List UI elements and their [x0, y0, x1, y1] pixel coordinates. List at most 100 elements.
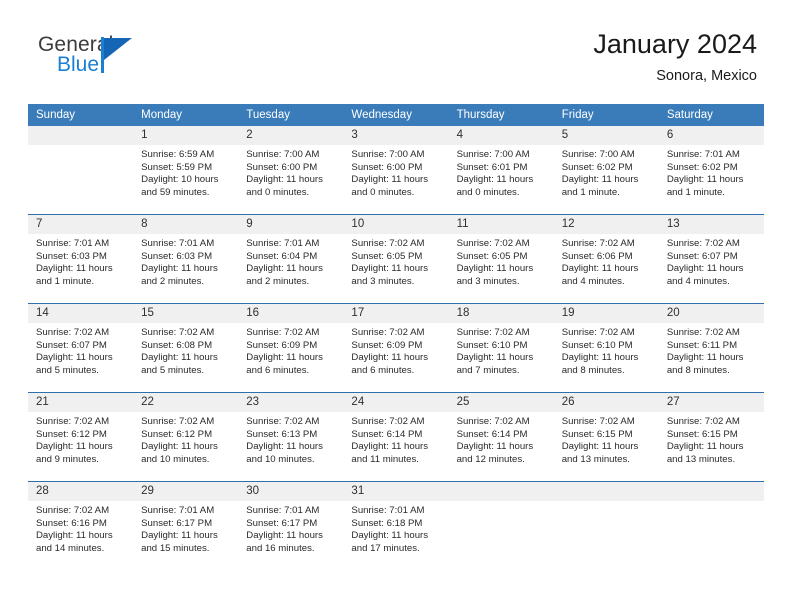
day-detail-line: and 17 minutes.: [351, 542, 420, 554]
calendar-day-cell[interactable]: 26 Sunrise: 7:02 AM Sunset: 6:15 PM Dayligh…: [553, 393, 659, 481]
day-detail-line: Sunset: 6:12 PM: [141, 428, 213, 440]
calendar-day-cell[interactable]: 8 Sunrise: 7:01 AM Sunset: 6:03 PM Daylight…: [133, 215, 239, 303]
day-detail-line: Sunrise: 7:01 AM: [351, 505, 425, 516]
calendar-day-cell[interactable]: 30 Sunrise: 7:01 AM Sunset: 6:17 PM Dayligh…: [238, 482, 344, 570]
day-details: Sunrise: 7:02 AM Sunset: 6:09 PM Daylight:…: [343, 323, 448, 377]
calendar-day-cell[interactable]: 16 Sunrise: 7:02 AM Sunset: 6:09 PM Dayligh…: [238, 304, 344, 392]
weekday-header-sunday: Sunday: [28, 104, 134, 126]
calendar-day-cell[interactable]: 21 Sunrise: 7:02 AM Sunset: 6:12 PM Dayligh…: [28, 393, 134, 481]
calendar-day-cell[interactable]: 5 Sunrise: 7:00 AM Sunset: 6:02 PM Daylight…: [553, 126, 659, 214]
day-detail-line: Sunset: 6:08 PM: [141, 339, 213, 351]
calendar-week-row: 21 Sunrise: 7:02 AM Sunset: 6:12 PM Dayligh…: [28, 392, 764, 482]
day-detail-line: and 10 minutes.: [141, 453, 210, 465]
calendar-day-cell[interactable]: 23 Sunrise: 7:02 AM Sunset: 6:13 PM Dayligh…: [238, 393, 344, 481]
day-number: 8: [133, 215, 239, 234]
calendar-day-cell[interactable]: 10 Sunrise: 7:02 AM Sunset: 6:05 PM Dayligh…: [343, 215, 449, 303]
day-details: Sunrise: 7:02 AM Sunset: 6:10 PM Daylight:…: [449, 323, 554, 377]
day-detail-line: and 0 minutes.: [351, 186, 415, 198]
calendar-day-cell[interactable]: 19 Sunrise: 7:02 AM Sunset: 6:10 PM Dayligh…: [553, 304, 659, 392]
day-detail-line: and 1 minute.: [561, 186, 620, 198]
day-detail-line: and 10 minutes.: [246, 453, 315, 465]
day-detail-line: Sunset: 6:17 PM: [141, 517, 213, 529]
calendar-day-cell[interactable]: 13 Sunrise: 7:02 AM Sunset: 6:07 PM Dayligh…: [658, 215, 764, 303]
day-number: [553, 482, 659, 501]
calendar-day-cell[interactable]: 22 Sunrise: 7:02 AM Sunset: 6:12 PM Dayligh…: [133, 393, 239, 481]
day-detail-line: Sunrise: 7:02 AM: [666, 416, 740, 427]
calendar-day-cell[interactable]: 1 Sunrise: 6:59 AM Sunset: 5:59 PM Daylight…: [133, 126, 239, 214]
day-detail-line: Sunset: 6:07 PM: [666, 250, 738, 262]
day-detail-line: Daylight: 11 hours: [141, 263, 218, 275]
calendar-day-cell[interactable]: 12 Sunrise: 7:02 AM Sunset: 6:06 PM Dayligh…: [553, 215, 659, 303]
day-detail-line: Sunset: 6:03 PM: [36, 250, 107, 262]
calendar-day-cell[interactable]: 2 Sunrise: 7:00 AM Sunset: 6:00 PM Daylight…: [238, 126, 344, 214]
day-detail-line: and 0 minutes.: [246, 186, 310, 198]
calendar-day-cell[interactable]: 28 Sunrise: 7:02 AM Sunset: 6:16 PM Dayligh…: [28, 482, 134, 570]
day-number: 25: [448, 393, 554, 412]
day-detail-line: and 5 minutes.: [36, 364, 99, 376]
day-detail-line: Sunrise: 7:02 AM: [456, 238, 530, 249]
day-detail-line: and 2 minutes.: [246, 275, 310, 287]
day-details: Sunrise: 7:02 AM Sunset: 6:14 PM Daylight:…: [449, 412, 554, 466]
day-detail-line: Sunset: 6:01 PM: [456, 161, 528, 173]
day-details: Sunrise: 7:02 AM Sunset: 6:10 PM Daylight:…: [554, 323, 659, 377]
calendar-day-cell[interactable]: 31 Sunrise: 7:01 AM Sunset: 6:18 PM Dayligh…: [343, 482, 449, 570]
brand-logo[interactable]: General Blue: [38, 33, 168, 85]
day-detail-line: Sunset: 6:00 PM: [351, 161, 423, 173]
day-details: Sunrise: 7:00 AM Sunset: 6:00 PM Daylight:…: [238, 145, 343, 199]
day-details: Sunrise: 7:01 AM Sunset: 6:03 PM Daylight:…: [133, 234, 238, 288]
calendar-table: Sunday Monday Tuesday Wednesday Thursday Frid…: [28, 104, 764, 570]
day-detail-line: Daylight: 11 hours: [561, 441, 639, 453]
calendar-day-cell[interactable]: 14 Sunrise: 7:02 AM Sunset: 6:07 PM Dayligh…: [28, 304, 134, 392]
day-detail-line: Daylight: 11 hours: [351, 530, 429, 542]
day-number: 12: [553, 215, 659, 234]
calendar-day-cell[interactable]: 15 Sunrise: 7:02 AM Sunset: 6:08 PM Dayligh…: [133, 304, 239, 392]
day-detail-line: and 3 minutes.: [351, 275, 415, 287]
day-detail-line: and 4 minutes.: [666, 275, 730, 287]
calendar-week-row: 1 Sunrise: 6:59 AM Sunset: 5:59 PM Daylight…: [28, 126, 764, 215]
day-detail-line: Sunset: 6:02 PM: [666, 161, 738, 173]
calendar-day-cell[interactable]: 4 Sunrise: 7:00 AM Sunset: 6:01 PM Daylight…: [448, 126, 554, 214]
day-detail-line: Sunrise: 6:59 AM: [141, 149, 215, 160]
calendar-day-cell[interactable]: 20 Sunrise: 7:02 AM Sunset: 6:11 PM Dayligh…: [658, 304, 764, 392]
day-detail-line: Sunrise: 7:01 AM: [36, 238, 110, 249]
day-number: 13: [658, 215, 764, 234]
day-detail-line: Daylight: 11 hours: [246, 441, 323, 453]
day-detail-line: Sunset: 6:10 PM: [561, 339, 633, 351]
calendar-day-cell[interactable]: 27 Sunrise: 7:02 AM Sunset: 6:15 PM Dayligh…: [658, 393, 764, 481]
day-number: [28, 126, 134, 145]
day-detail-line: Sunrise: 7:02 AM: [456, 416, 530, 427]
calendar-day-cell[interactable]: 11 Sunrise: 7:02 AM Sunset: 6:05 PM Dayligh…: [448, 215, 554, 303]
day-number: 28: [28, 482, 134, 501]
day-details: Sunrise: 7:00 AM Sunset: 6:01 PM Daylight:…: [449, 145, 554, 199]
day-detail-line: Sunset: 6:13 PM: [246, 428, 318, 440]
day-detail-line: and 6 minutes.: [351, 364, 415, 376]
calendar-day-cell[interactable]: 25 Sunrise: 7:02 AM Sunset: 6:14 PM Dayligh…: [448, 393, 554, 481]
day-detail-line: Sunset: 6:15 PM: [666, 428, 738, 440]
calendar-day-cell[interactable]: 29 Sunrise: 7:01 AM Sunset: 6:17 PM Dayligh…: [133, 482, 239, 570]
calendar-day-cell[interactable]: 17 Sunrise: 7:02 AM Sunset: 6:09 PM Dayligh…: [343, 304, 449, 392]
calendar-day-cell[interactable]: 3 Sunrise: 7:00 AM Sunset: 6:00 PM Daylight…: [343, 126, 449, 214]
calendar-day-cell[interactable]: 9 Sunrise: 7:01 AM Sunset: 6:04 PM Daylight…: [238, 215, 344, 303]
calendar-day-cell[interactable]: 18 Sunrise: 7:02 AM Sunset: 6:10 PM Dayligh…: [448, 304, 554, 392]
day-detail-line: Sunset: 6:15 PM: [561, 428, 633, 440]
calendar-day-cell[interactable]: 7 Sunrise: 7:01 AM Sunset: 6:03 PM Daylight…: [28, 215, 134, 303]
day-detail-line: Sunrise: 7:02 AM: [666, 327, 740, 338]
day-detail-line: Sunset: 6:09 PM: [351, 339, 423, 351]
day-details: Sunrise: 7:00 AM Sunset: 6:02 PM Daylight:…: [554, 145, 659, 199]
calendar-day-cell[interactable]: 6 Sunrise: 7:01 AM Sunset: 6:02 PM Daylight…: [658, 126, 764, 214]
day-detail-line: Sunrise: 7:01 AM: [246, 238, 320, 249]
day-number: 17: [343, 304, 449, 323]
day-detail-line: Daylight: 11 hours: [351, 352, 429, 364]
day-detail-line: Sunset: 6:16 PM: [36, 517, 107, 529]
weekday-header-tuesday: Tuesday: [238, 104, 344, 126]
calendar-day-cell-empty: [28, 126, 134, 214]
day-detail-line: Daylight: 11 hours: [36, 263, 113, 275]
day-details: Sunrise: 7:02 AM Sunset: 6:05 PM Daylight:…: [343, 234, 448, 288]
day-detail-line: Sunset: 5:59 PM: [141, 161, 213, 173]
calendar-day-cell[interactable]: 24 Sunrise: 7:02 AM Sunset: 6:14 PM Dayligh…: [343, 393, 449, 481]
day-details: Sunrise: 7:02 AM Sunset: 6:15 PM Daylight:…: [554, 412, 659, 466]
day-detail-line: Daylight: 11 hours: [246, 352, 323, 364]
day-detail-line: Sunrise: 7:02 AM: [141, 416, 215, 427]
day-detail-line: Daylight: 11 hours: [666, 352, 744, 364]
day-detail-line: Sunset: 6:03 PM: [141, 250, 213, 262]
